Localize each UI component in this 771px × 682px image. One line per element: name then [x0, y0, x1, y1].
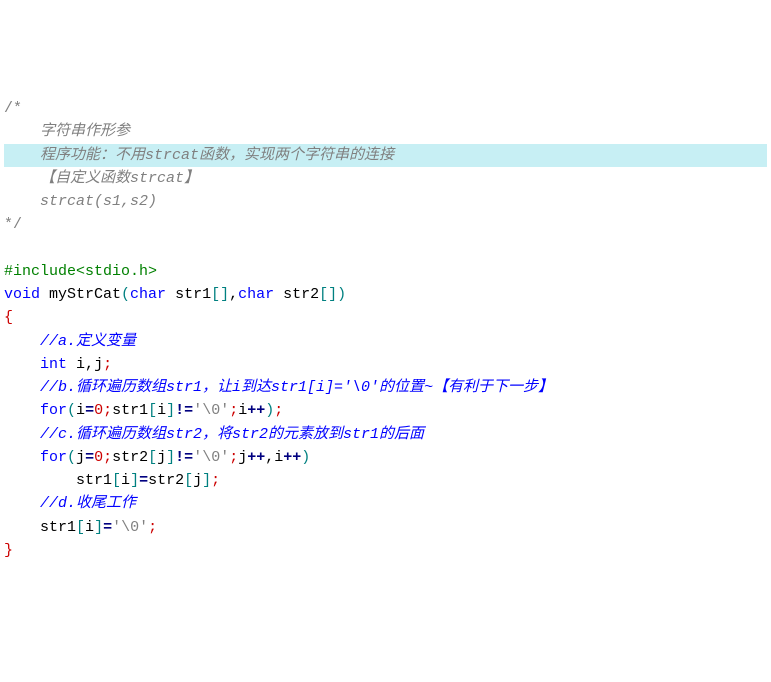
line-comment-a: //a.定义变量 [4, 330, 767, 353]
line-comment-open: /* [4, 97, 767, 120]
line-comment-4: strcat(s1,s2) [4, 190, 767, 213]
line-comment-2-highlighted: 程序功能：不用strcat函数，实现两个字符串的连接 [4, 144, 767, 167]
code-block: /* 字符串作形参 程序功能：不用strcat函数，实现两个字符串的连接 【自定… [4, 97, 767, 562]
line-for1: for(i=0;str1[i]!='\0';i++); [4, 399, 767, 422]
line-open-brace: { [4, 306, 767, 329]
line-func-signature: void myStrCat(char str1[],char str2[]) [4, 283, 767, 306]
line-comment-3: 【自定义函数strcat】 [4, 167, 767, 190]
line-blank [4, 237, 767, 260]
line-include: #include<stdio.h> [4, 260, 767, 283]
line-for2-body: str1[i]=str2[j]; [4, 469, 767, 492]
line-comment-c: //c.循环遍历数组str2，将str2的元素放到str1的后面 [4, 423, 767, 446]
line-close-brace: } [4, 539, 767, 562]
line-for2: for(j=0;str2[j]!='\0';j++,i++) [4, 446, 767, 469]
line-comment-close: */ [4, 213, 767, 236]
line-last-assign: str1[i]='\0'; [4, 516, 767, 539]
line-comment-b: //b.循环遍历数组str1，让i到达str1[i]='\0'的位置~【有利于下… [4, 376, 767, 399]
line-int-decl: int i,j; [4, 353, 767, 376]
line-comment-d: //d.收尾工作 [4, 492, 767, 515]
line-comment-1: 字符串作形参 [4, 120, 767, 143]
